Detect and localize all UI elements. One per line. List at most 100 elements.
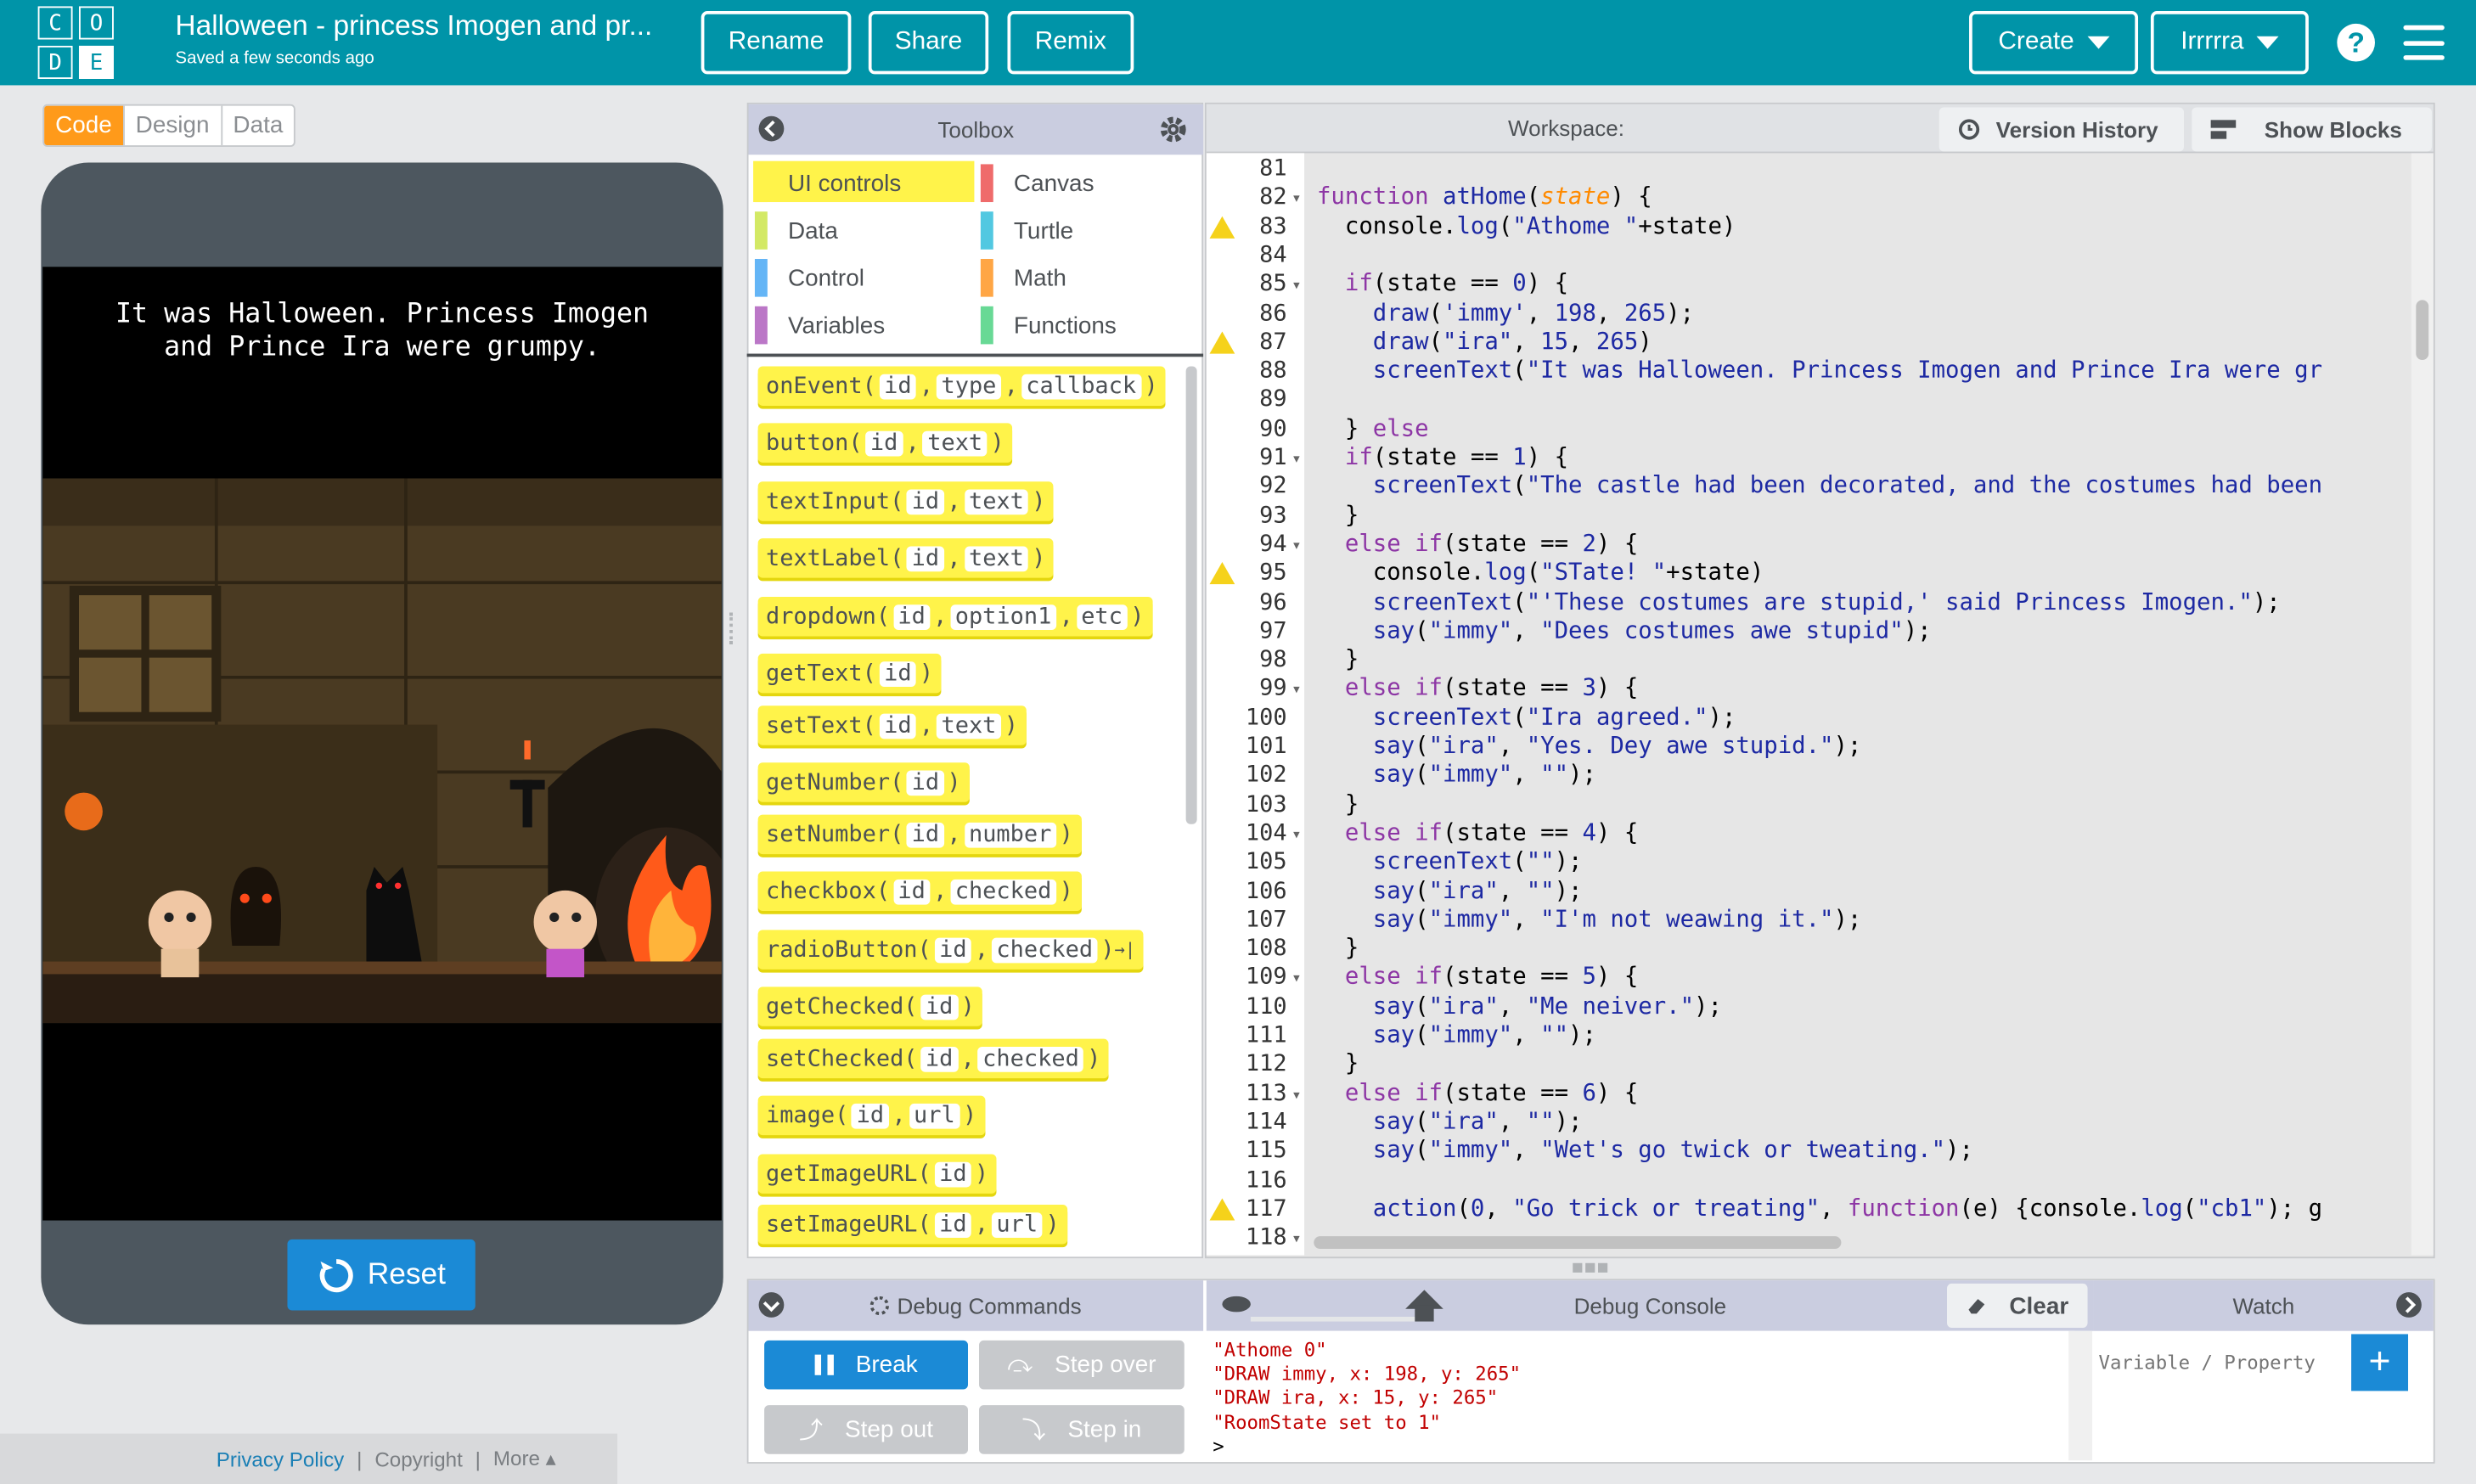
code-line[interactable]: if(state == 1) { — [1317, 444, 1568, 473]
warning-icon[interactable] — [1209, 562, 1235, 585]
category-variables[interactable]: Variables — [754, 305, 885, 346]
collapse-right-icon[interactable] — [2395, 1291, 2423, 1318]
break-button[interactable]: Break — [764, 1340, 968, 1390]
code-line[interactable]: say("ira", "Me neiver."); — [1317, 992, 1722, 1021]
block-checkbox[interactable]: checkbox(id, checked) — [757, 871, 1082, 912]
fold-arrow-icon[interactable]: ▾ — [1293, 452, 1299, 466]
block-arg[interactable]: id — [879, 660, 917, 687]
fold-arrow-icon[interactable]: ▾ — [1293, 538, 1299, 553]
block-arg[interactable]: text — [964, 545, 1029, 571]
block-arg[interactable]: checked — [991, 936, 1098, 963]
block-arg[interactable]: id — [907, 821, 944, 847]
block-arg[interactable]: id — [892, 604, 931, 630]
resize-handle-icon[interactable] — [1573, 1262, 1608, 1273]
block-onevent[interactable]: onEvent(id, type, callback) — [757, 366, 1166, 406]
category-turtle[interactable]: Turtle — [980, 210, 1073, 250]
block-arg[interactable]: id — [920, 1046, 958, 1071]
block-gettext[interactable]: getText(id) — [757, 653, 942, 694]
toolbox-scrollbar[interactable] — [1185, 366, 1197, 824]
block-arg[interactable]: number — [964, 821, 1056, 847]
code-line[interactable]: if(state == 0) { — [1317, 270, 1568, 299]
code-line[interactable]: screenText("'These costumes are stupid,'… — [1317, 588, 2281, 617]
block-dropdown[interactable]: dropdown(id, option1, etc) — [757, 596, 1152, 637]
code-line[interactable]: say("immy", "Wet's go twick or tweating.… — [1317, 1137, 1973, 1166]
block-arg[interactable]: url — [991, 1211, 1043, 1238]
block-arg[interactable]: id — [907, 769, 944, 795]
fold-arrow-icon[interactable]: ▾ — [1293, 1088, 1299, 1102]
gear-icon[interactable] — [1159, 115, 1187, 143]
speed-slider[interactable] — [1219, 1284, 1456, 1328]
code-line[interactable]: say("immy", ""); — [1317, 762, 1596, 790]
block-arg[interactable]: id — [852, 1103, 889, 1128]
code-line[interactable]: screenText("Ira agreed."); — [1317, 704, 1736, 733]
block-arg[interactable]: etc — [1076, 604, 1128, 630]
block-textinput[interactable]: textInput(id, text) — [757, 481, 1054, 521]
more-link[interactable]: More ▴ — [493, 1446, 556, 1471]
code-line[interactable]: screenText("The castle had been decorate… — [1317, 473, 2322, 502]
copyright-link[interactable]: Copyright — [374, 1447, 462, 1470]
fold-arrow-icon[interactable]: ▾ — [1293, 827, 1299, 841]
console-scrollbar[interactable] — [2068, 1330, 2093, 1461]
watch-input[interactable] — [2093, 1334, 2347, 1391]
version-history-button[interactable]: Version History — [1939, 107, 2184, 152]
block-arg[interactable]: checked — [977, 1046, 1084, 1071]
block-getchecked[interactable]: getChecked(id) — [757, 987, 983, 1026]
block-setchecked[interactable]: setChecked(id, checked) — [757, 1038, 1109, 1079]
code-line[interactable]: draw('immy', 198, 265); — [1317, 299, 1694, 328]
code-line[interactable]: screenText("It was Halloween. Princess I… — [1317, 357, 2322, 385]
category-ui-controls[interactable]: UI controls — [754, 163, 901, 204]
warning-icon[interactable] — [1209, 1198, 1235, 1221]
debug-console-output[interactable]: "Athome 0" "DRAW immy, x: 198, y: 265" "DR… — [1206, 1330, 2075, 1461]
code-line[interactable]: draw("ira", 15, 265) — [1317, 328, 1652, 357]
code-line[interactable]: } — [1317, 646, 1359, 675]
block-arg[interactable]: url — [909, 1103, 960, 1128]
category-data[interactable]: Data — [754, 210, 838, 250]
block-arg[interactable]: id — [934, 936, 972, 963]
code-editor[interactable]: function atHome(state) { console.log("At… — [1317, 155, 2410, 1253]
block-arg[interactable]: id — [934, 1161, 972, 1187]
code-line[interactable]: else if(state == 5) { — [1317, 964, 1638, 992]
category-math[interactable]: Math — [980, 257, 1066, 298]
code-line[interactable]: say("ira", ""); — [1317, 877, 1583, 906]
collapse-left-icon[interactable] — [758, 115, 785, 143]
block-arg[interactable]: id — [920, 993, 958, 1020]
pane-resize-handle[interactable] — [729, 612, 735, 644]
code-line[interactable]: console.log("Athome "+state) — [1317, 212, 1736, 241]
code-line[interactable]: else if(state == 4) { — [1317, 819, 1638, 848]
clear-console-button[interactable]: Clear — [1947, 1283, 2088, 1329]
code-line[interactable]: say("immy", "Dees costumes awe stupid"); — [1317, 617, 1932, 646]
fold-arrow-icon[interactable]: ▾ — [1293, 683, 1299, 697]
app-screen[interactable]: It was Halloween. Princess Imogen and Pr… — [42, 267, 722, 1221]
console-prompt[interactable]: > — [1213, 1435, 2068, 1459]
block-arg[interactable]: option1 — [950, 604, 1056, 630]
code-line[interactable]: function atHome(state) { — [1317, 183, 1652, 212]
block-arg[interactable]: id — [865, 430, 903, 456]
code-line[interactable]: } else — [1317, 415, 1429, 444]
tab-data[interactable]: Data — [220, 105, 295, 146]
privacy-policy-link[interactable]: Privacy Policy — [217, 1447, 344, 1470]
fold-arrow-icon[interactable]: ▾ — [1293, 1232, 1299, 1246]
block-textlabel[interactable]: textLabel(id, text) — [757, 538, 1054, 578]
add-watch-button[interactable]: + — [2351, 1334, 2409, 1391]
create-dropdown[interactable]: Create — [1969, 11, 2139, 75]
rename-button[interactable]: Rename — [701, 11, 852, 75]
category-canvas[interactable]: Canvas — [980, 163, 1095, 204]
fold-arrow-icon[interactable]: ▾ — [1293, 971, 1299, 986]
share-button[interactable]: Share — [868, 11, 989, 75]
block-arg[interactable]: id — [907, 488, 944, 514]
code-line[interactable]: else if(state == 2) { — [1317, 531, 1638, 559]
block-getimageurl[interactable]: getImageURL(id) — [757, 1154, 997, 1194]
block-arg[interactable]: id — [879, 712, 917, 739]
code-line[interactable]: else if(state == 3) { — [1317, 675, 1638, 704]
block-arg[interactable]: id — [892, 878, 931, 904]
fold-arrow-icon[interactable]: ▾ — [1293, 192, 1299, 206]
warning-icon[interactable] — [1209, 216, 1235, 239]
block-arg[interactable]: id — [934, 1211, 972, 1238]
editor-scrollbar-thumb[interactable] — [2416, 300, 2429, 361]
code-line[interactable]: console.log("STate! "+state) — [1317, 559, 1764, 588]
code-line[interactable]: } — [1317, 1050, 1359, 1079]
collapse-debug-icon[interactable] — [758, 1291, 785, 1318]
code-line[interactable]: say("immy", ""); — [1317, 1021, 1596, 1050]
code-line[interactable]: } — [1317, 935, 1359, 964]
code-line[interactable]: } — [1317, 790, 1359, 819]
